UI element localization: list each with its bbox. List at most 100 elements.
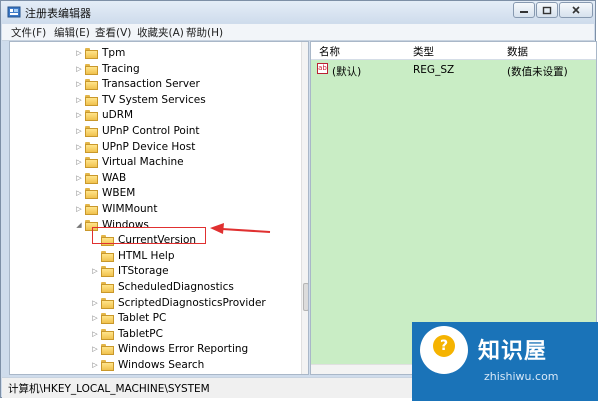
menu-help[interactable]: 帮助(H) bbox=[186, 25, 223, 40]
tree-node[interactable]: ▷ Virtual Machine bbox=[10, 155, 300, 170]
collapse-arrow-icon[interactable]: ◢ bbox=[74, 218, 84, 233]
expand-arrow-icon[interactable]: ▷ bbox=[74, 171, 84, 186]
expand-arrow-icon[interactable]: ▷ bbox=[74, 202, 84, 217]
expand-arrow-icon[interactable]: ▷ bbox=[74, 155, 84, 170]
tree-node-label: HTML Help bbox=[118, 249, 175, 262]
list-header: 名称 类型 数据 bbox=[311, 42, 596, 60]
tree-node-label: Windows Defender bbox=[102, 374, 201, 375]
expand-arrow-icon[interactable]: ▷ bbox=[74, 62, 84, 77]
expand-arrow-icon[interactable]: ▷ bbox=[90, 311, 100, 326]
column-type[interactable]: 类型 bbox=[413, 44, 434, 59]
value-type: REG_SZ bbox=[413, 64, 455, 76]
expand-arrow-icon[interactable]: ▷ bbox=[90, 296, 100, 311]
registry-key-tree[interactable]: ▷ Tpm ▷ Tracing ▷ Transaction Server ▷ TV Syste… bbox=[9, 41, 309, 375]
tree-node-label: ScriptedDiagnosticsProvider bbox=[118, 296, 266, 309]
value-row[interactable]: ab (默认) REG_SZ (数值未设置) bbox=[311, 61, 596, 78]
string-value-icon: ab bbox=[317, 63, 328, 74]
tree-node[interactable]: HTML Help bbox=[10, 249, 300, 264]
tree-vertical-scrollbar[interactable] bbox=[301, 42, 308, 374]
tree-node[interactable]: ▷ Windows Search bbox=[10, 358, 300, 373]
column-data[interactable]: 数据 bbox=[507, 44, 528, 59]
title-bar[interactable]: 注册表编辑器 bbox=[1, 1, 595, 23]
tree-node-label: WAB bbox=[102, 171, 127, 184]
value-data: (数值未设置) bbox=[507, 66, 568, 78]
value-name: (默认) bbox=[332, 66, 362, 78]
expand-arrow-icon[interactable]: ▷ bbox=[74, 108, 84, 123]
tree-node-label: uDRM bbox=[102, 109, 134, 122]
expand-arrow-icon[interactable]: ▷ bbox=[90, 358, 100, 373]
tree-node-label: ITStorage bbox=[118, 265, 169, 278]
watermark-logo: ? 知识屋 zhishiwu.com bbox=[412, 322, 598, 401]
folder-icon bbox=[85, 141, 98, 153]
folder-icon bbox=[85, 63, 98, 75]
folder-icon bbox=[85, 126, 98, 137]
expand-arrow-icon[interactable]: ▷ bbox=[74, 186, 84, 201]
question-icon: ? bbox=[433, 335, 455, 357]
tree-node[interactable]: ScheduledDiagnostics bbox=[10, 280, 300, 295]
maximize-button[interactable] bbox=[536, 2, 558, 18]
regedit-icon bbox=[7, 6, 21, 18]
tree-node[interactable]: ▷ ITStorage bbox=[10, 264, 300, 279]
expand-arrow-icon[interactable]: ▷ bbox=[74, 124, 84, 139]
folder-icon bbox=[101, 266, 114, 278]
folder-icon bbox=[101, 250, 114, 262]
expand-arrow-icon[interactable]: ▷ bbox=[90, 327, 100, 342]
tree-node-label: Tablet PC bbox=[118, 312, 167, 325]
tree-node-label: Tpm bbox=[102, 47, 126, 59]
folder-icon bbox=[101, 328, 114, 340]
tree-node-label: WBEM bbox=[102, 187, 136, 200]
tree-node[interactable]: ▷ Tracing bbox=[10, 62, 300, 77]
tree-node-label: Windows Search bbox=[118, 359, 205, 371]
folder-icon bbox=[101, 297, 114, 309]
tree-node[interactable]: ▷ Tpm bbox=[10, 46, 300, 61]
annotation-arrow-icon bbox=[210, 223, 271, 234]
folder-icon bbox=[85, 79, 98, 91]
tree-node-label: UPnP Control Point bbox=[102, 125, 200, 137]
menu-bar: 文件(F) 编辑(E) 查看(V) 收藏夹(A) 帮助(H) bbox=[2, 24, 594, 41]
folder-icon bbox=[85, 204, 98, 215]
close-button[interactable] bbox=[559, 2, 593, 18]
tree-node[interactable]: ▷ WBEM bbox=[10, 186, 300, 201]
tree-node[interactable]: ▷ Transaction Server bbox=[10, 77, 300, 92]
tree-node-label: TabletPC bbox=[118, 327, 163, 340]
maximize-icon bbox=[542, 6, 552, 14]
folder-icon bbox=[101, 344, 114, 356]
tree-node[interactable]: ▷ Windows Defender bbox=[10, 374, 300, 375]
tree-node[interactable]: ▷ Windows Error Reporting bbox=[10, 342, 300, 357]
scrollbar-thumb[interactable] bbox=[303, 283, 308, 311]
expand-arrow-icon[interactable]: ▷ bbox=[74, 46, 84, 61]
expand-arrow-icon[interactable]: ▷ bbox=[74, 77, 84, 92]
menu-edit[interactable]: 编辑(E) bbox=[54, 25, 90, 40]
expand-arrow-icon[interactable]: ▷ bbox=[74, 374, 84, 375]
folder-icon bbox=[85, 110, 98, 122]
expand-arrow-icon[interactable]: ▷ bbox=[90, 342, 100, 357]
tree-node[interactable]: ▷ uDRM bbox=[10, 108, 300, 123]
minimize-button[interactable] bbox=[513, 2, 535, 18]
tree-node[interactable]: ▷ WIMMount bbox=[10, 202, 300, 217]
tree-node[interactable]: ▷ TabletPC bbox=[10, 327, 300, 342]
folder-icon bbox=[101, 313, 114, 325]
tree-node-label: Virtual Machine bbox=[102, 156, 184, 169]
menu-file[interactable]: 文件(F) bbox=[11, 25, 46, 40]
expand-arrow-icon[interactable]: ▷ bbox=[74, 93, 84, 108]
expand-arrow-icon[interactable]: ▷ bbox=[74, 140, 84, 155]
column-name[interactable]: 名称 bbox=[319, 44, 340, 59]
tree-node-label: Windows Error Reporting bbox=[118, 343, 249, 356]
highlight-box bbox=[92, 227, 206, 244]
tree-node[interactable]: ▷ UPnP Control Point bbox=[10, 124, 300, 139]
watermark-text-en: zhishiwu.com bbox=[484, 370, 559, 383]
tree-node[interactable]: ▷ UPnP Device Host bbox=[10, 140, 300, 155]
tree-node[interactable]: ▷ WAB bbox=[10, 171, 300, 186]
folder-icon bbox=[85, 188, 98, 200]
tree-node[interactable]: ▷ TV System Services bbox=[10, 93, 300, 108]
menu-favorites[interactable]: 收藏夹(A) bbox=[137, 25, 184, 40]
tree-node[interactable]: ▷ ScriptedDiagnosticsProvider bbox=[10, 296, 300, 311]
menu-view[interactable]: 查看(V) bbox=[95, 25, 131, 40]
expand-arrow-icon[interactable]: ▷ bbox=[90, 264, 100, 279]
tree-node-label: WIMMount bbox=[102, 203, 158, 215]
tree-node[interactable]: ▷ Tablet PC bbox=[10, 311, 300, 326]
folder-icon bbox=[101, 360, 114, 371]
window-title: 注册表编辑器 bbox=[25, 7, 91, 20]
